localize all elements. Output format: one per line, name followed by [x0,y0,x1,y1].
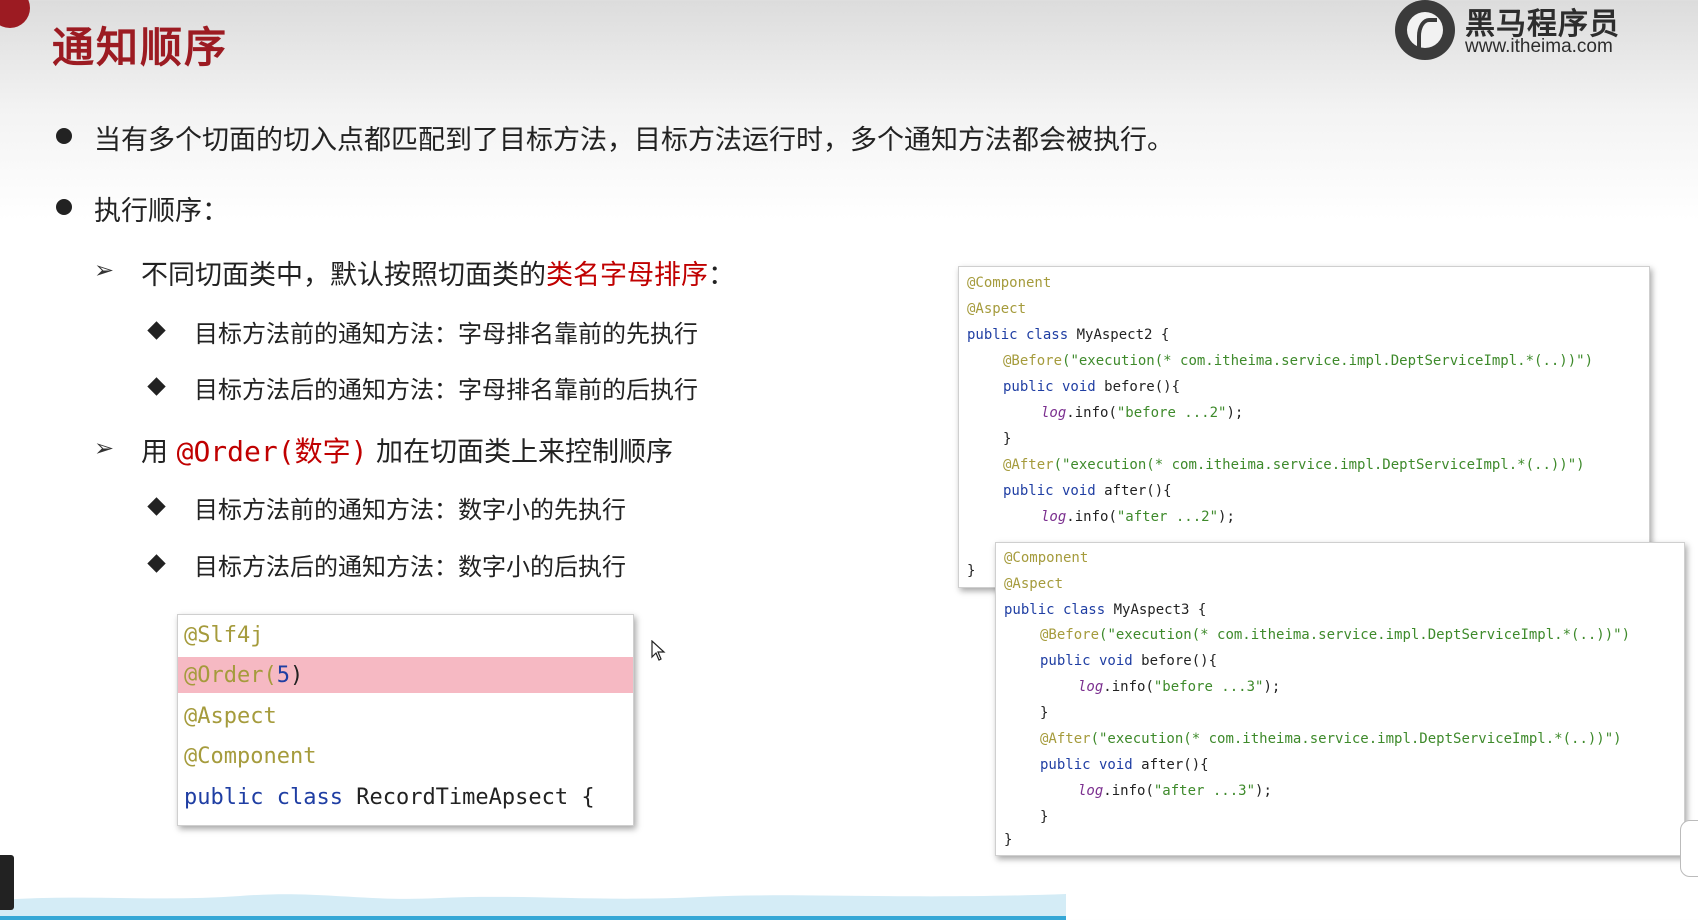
code-line: @Before("execution(* com.itheima.service… [1040,627,1631,643]
code-line: public class MyAspect3 { [1004,602,1207,618]
horse-logo-icon [1395,0,1455,60]
code-line: @Aspect [967,301,1027,317]
code-line: public void before(){ [1003,379,1181,395]
brand-logo: 黑马程序员 www.itheima.com [1395,0,1645,64]
rule-2-item-2: 目标方法后的通知方法：数字小的后执行 [194,553,626,581]
code-line: @Component [184,744,317,769]
code-line: @Before("execution(* com.itheima.service… [1003,353,1594,369]
code-line: log.info("before ...2"); [1041,405,1244,421]
code-line: } [1004,832,1013,848]
code-line: public class MyAspect2 { [967,327,1170,343]
rule-1-text: 不同切面类中，默认按照切面类的类名字母排序： [141,260,735,291]
code-line: public void before(){ [1040,653,1218,669]
rule-1-item-2: 目标方法后的通知方法：字母排名靠前的后执行 [194,376,698,404]
aspect2-code-snippet: @Component @Aspect public class MyAspect… [958,266,1650,588]
code-line: public class RecordTimeApsect { [184,785,595,810]
code-line: } [1003,431,1012,447]
order-annotation: @Order(数字) [176,435,368,468]
bullet-text-2: 执行顺序： [94,196,229,227]
aspect3-code-snippet: @Component @Aspect public class MyAspect… [995,542,1685,856]
right-panel-handle[interactable] [1680,820,1698,877]
bullet-text-1: 当有多个切面的切入点都匹配到了目标方法，目标方法运行时，多个通知方法都会被执行。 [94,125,1174,156]
code-line: } [967,563,976,579]
code-line: } [1040,705,1049,721]
diamond-bullet-icon [147,321,166,340]
code-line: @Slf4j [184,623,264,648]
code-line: @Aspect [1004,576,1064,592]
side-panel-handle[interactable] [0,855,14,910]
code-line: public void after(){ [1003,483,1172,499]
code-line: @Order(5) [184,663,304,688]
page-title: 通知顺序 [52,23,229,72]
logo-url: www.itheima.com [1465,36,1613,57]
bullet-icon [56,128,72,144]
mouse-cursor-icon [651,640,666,661]
rule-1-item-1: 目标方法前的通知方法：字母排名靠前的先执行 [194,320,698,348]
rule-2-text: 用 @Order(数字) 加在切面类上来控制顺序 [141,435,674,468]
arrow-bullet-icon: ➢ [94,434,115,462]
decorative-wave [0,894,1066,920]
diamond-bullet-icon [147,554,166,573]
code-line: @Component [967,275,1052,291]
rule-1-highlight: 类名字母排序 [546,260,708,291]
code-line: log.info("before ...3"); [1078,679,1281,695]
code-line: } [1040,809,1049,825]
diamond-bullet-icon [147,377,166,396]
code-line: @Aspect [184,704,277,729]
code-line: log.info("after ...2"); [1041,509,1235,525]
arrow-bullet-icon: ➢ [94,256,115,284]
rule-2-item-1: 目标方法前的通知方法：数字小的先执行 [194,496,626,524]
code-line: @After("execution(* com.itheima.service.… [1040,731,1622,747]
order-code-snippet: @Slf4j @Order(5) @Aspect @Component publ… [177,614,634,826]
corner-dot [0,0,30,28]
code-line: log.info("after ...3"); [1078,783,1272,799]
code-line: @Component [1004,550,1089,566]
bullet-icon [56,199,72,215]
code-line: public void after(){ [1040,757,1209,773]
diamond-bullet-icon [147,497,166,516]
code-line: @After("execution(* com.itheima.service.… [1003,457,1585,473]
